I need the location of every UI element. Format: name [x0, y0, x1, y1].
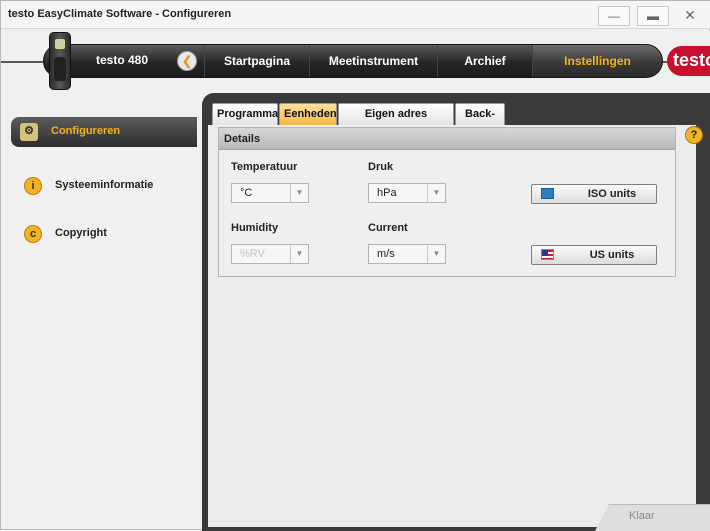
sidebar: ⚙ Configureren i Systeeminformatie c Cop… [1, 93, 203, 531]
us-units-button[interactable]: US units [531, 245, 657, 265]
nav-tab-instellingen[interactable]: Instellingen [532, 45, 662, 77]
nav-tab-archief[interactable]: Archief [437, 45, 532, 77]
tab-eigen-adres-gegevens[interactable]: Eigen adres gegevens [338, 103, 454, 140]
humidity-value: %RV [240, 248, 265, 260]
us-units-label: US units [589, 249, 635, 261]
druk-label: Druk [368, 161, 394, 173]
testo-logo: testo [667, 46, 710, 76]
current-value: m/s [377, 248, 395, 260]
tab-content: Details Temperatuur °C ▼ Druk hPa ▼ ISO … [208, 125, 696, 527]
maximize-button[interactable]: ▬ [637, 6, 669, 26]
klaar-button[interactable]: Klaar [629, 510, 655, 522]
back-arrow-icon[interactable]: ❮ [177, 51, 197, 71]
humidity-select: %RV ▼ [231, 244, 309, 264]
current-label: Current [368, 222, 408, 234]
sidebar-item-systeeminformatie[interactable]: i Systeeminformatie [15, 171, 201, 201]
iso-units-button[interactable]: ISO units [531, 184, 657, 204]
device-icon [49, 32, 71, 90]
nav-tab-meetinstrument[interactable]: Meetinstrument [309, 45, 437, 77]
chevron-down-icon: ▼ [427, 184, 445, 202]
copyright-icon: c [24, 225, 42, 243]
app-window: testo EasyClimate Software - Configurere… [0, 0, 710, 531]
humidity-label: Humidity [231, 222, 279, 234]
title-bar: testo EasyClimate Software - Configurere… [1, 1, 710, 29]
chevron-down-icon: ▼ [290, 245, 308, 263]
details-header: Details [219, 128, 675, 150]
sidebar-item-label: Systeeminformatie [55, 179, 154, 191]
details-group: Details Temperatuur °C ▼ Druk hPa ▼ ISO … [218, 127, 676, 277]
device-name: testo 480 [96, 53, 149, 67]
tab-eenheden[interactable]: Eenheden [279, 103, 337, 125]
settings-panel: Programma Eenheden Eigen adres gegevens … [202, 93, 710, 531]
tab-back-up[interactable]: Back-up [455, 103, 505, 140]
main-navigation: testo 480 ❮ Startpagina Meetinstrument A… [1, 31, 710, 93]
device-screen [55, 39, 65, 49]
druk-select[interactable]: hPa ▼ [368, 183, 446, 203]
current-select[interactable]: m/s ▼ [368, 244, 446, 264]
configure-icon: ⚙ [20, 123, 38, 141]
chevron-down-icon: ▼ [290, 184, 308, 202]
us-flag-icon [541, 249, 554, 260]
druk-value: hPa [377, 187, 397, 199]
sidebar-item-copyright[interactable]: c Copyright [15, 219, 201, 249]
temperatuur-select[interactable]: °C ▼ [231, 183, 309, 203]
help-icon[interactable]: ? [685, 126, 703, 144]
temperatuur-value: °C [240, 187, 253, 199]
iso-flag-icon [541, 188, 554, 199]
temperatuur-label: Temperatuur [231, 161, 298, 173]
sidebar-item-label: Configureren [51, 125, 121, 137]
window-title: testo EasyClimate Software - Configurere… [8, 8, 232, 20]
nav-tab-startpagina[interactable]: Startpagina [204, 45, 309, 77]
device-body [54, 57, 66, 81]
close-button[interactable]: ✕ [674, 6, 706, 26]
minimize-button[interactable]: — [598, 6, 630, 26]
sidebar-item-configureren[interactable]: ⚙ Configureren [11, 117, 197, 147]
chevron-down-icon: ▼ [427, 245, 445, 263]
info-icon: i [24, 177, 42, 195]
sidebar-item-label: Copyright [55, 227, 107, 239]
tab-programma[interactable]: Programma [212, 103, 278, 125]
iso-units-label: ISO units [587, 188, 637, 200]
